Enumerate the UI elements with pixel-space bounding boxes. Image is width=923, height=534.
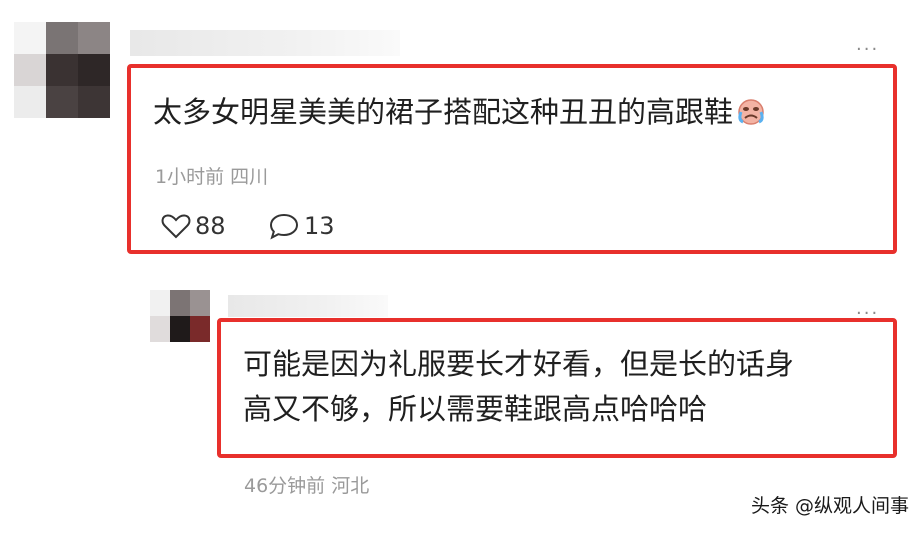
reply-more-options-icon[interactable]: ... [856, 300, 879, 318]
reply-button[interactable]: 13 [268, 212, 335, 240]
reply-text-line2: 高又不够，所以需要鞋跟高点哈哈哈 [243, 392, 708, 426]
chat-bubble-icon [269, 213, 299, 240]
more-options-icon[interactable]: ... [856, 36, 879, 54]
comment-body: 太多女明星美美的裙子搭配这种丑丑的高跟鞋 [153, 95, 734, 129]
source-watermark: 头条 @纵观人间事 [750, 495, 909, 517]
reply-time: 46分钟前 [244, 475, 326, 497]
reply-location: 河北 [331, 475, 370, 497]
comment-meta: 1小时前 四川 [155, 162, 268, 189]
commenter-avatar[interactable] [14, 22, 110, 118]
reply-text: 可能是因为礼服要长才好看，但是长的话身 高又不够，所以需要鞋跟高点哈哈哈 [243, 342, 893, 432]
comment-location: 四川 [230, 166, 269, 188]
heart-icon [161, 214, 191, 239]
like-button[interactable]: 88 [161, 212, 226, 240]
reply-meta: 46分钟前 河北 [244, 471, 369, 498]
like-count: 88 [195, 212, 226, 240]
replier-name-blurred[interactable] [228, 295, 388, 317]
comment-text: 太多女明星美美的裙子搭配这种丑丑的高跟鞋 [153, 92, 767, 136]
replier-avatar[interactable] [150, 290, 210, 342]
crying-face-emoji-icon [735, 96, 767, 136]
comment-time: 1小时前 [155, 166, 225, 188]
reply-text-line1: 可能是因为礼服要长才好看，但是长的话身 [243, 347, 795, 381]
reply-count: 13 [304, 212, 335, 240]
commenter-name-blurred[interactable] [130, 30, 400, 56]
